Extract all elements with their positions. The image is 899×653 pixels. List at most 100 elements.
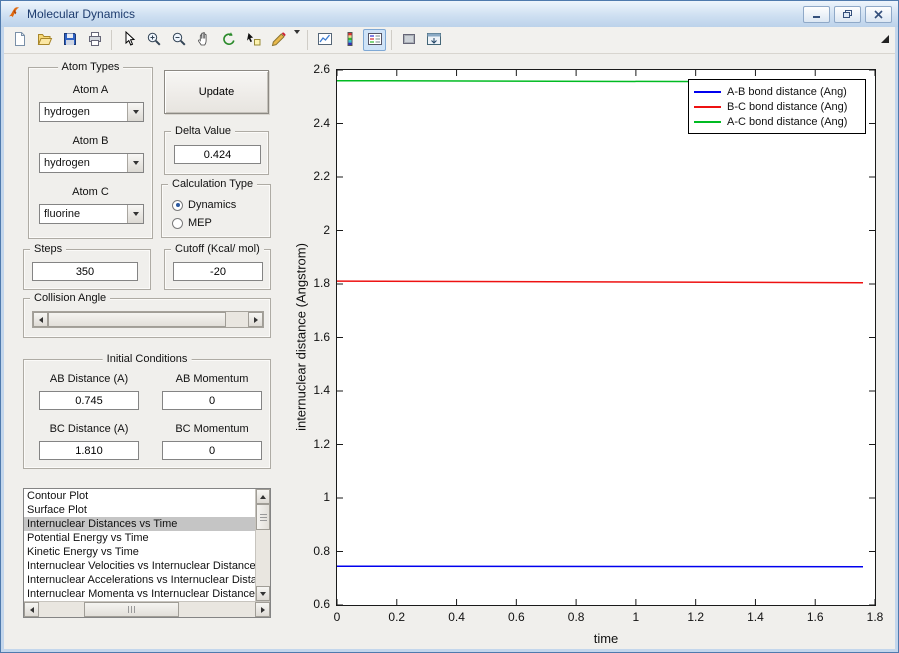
list-item[interactable]: Surface Plot [24, 503, 255, 517]
legend-line-sample [694, 120, 721, 123]
legend-line-sample [694, 105, 721, 108]
atom-c-label: Atom C [72, 186, 109, 198]
scroll-down-arrow[interactable] [256, 586, 270, 601]
atom-types-group: Atom Types Atom A hydrogen Atom B hydrog… [28, 61, 153, 239]
list-item[interactable]: Potential Energy vs Time [24, 531, 255, 545]
list-item[interactable]: Internuclear Accelerations vs Internucle… [24, 573, 255, 587]
horizontal-scroll-track[interactable] [39, 602, 255, 617]
x-axis-tick-labels: 0 0.2 0.4 0.6 0.8 1 1.2 1.4 1.6 1.8 [333, 610, 884, 625]
series-line [336, 565, 864, 568]
legend[interactable]: A-B bond distance (Ang) B-C bond distance… [688, 79, 866, 134]
update-button[interactable]: Update [164, 70, 269, 114]
close-button[interactable] [865, 5, 892, 23]
restore-button[interactable] [834, 5, 861, 23]
titlebar[interactable]: Molecular Dynamics [1, 1, 898, 27]
scroll-right-arrow[interactable] [255, 602, 270, 617]
plot-type-listbox[interactable]: Contour Plot Surface Plot Internuclear Dis… [23, 488, 271, 618]
list-item[interactable]: Internuclear Momenta vs Internuclear Dis… [24, 587, 255, 601]
save-figure-button[interactable] [58, 29, 81, 51]
chevron-down-icon [294, 30, 300, 46]
legend-label: A-C bond distance (Ang) [727, 115, 848, 128]
delta-value-input[interactable] [174, 145, 261, 164]
rotate-3d-button[interactable] [217, 29, 240, 51]
dock-figure-icon [426, 31, 442, 50]
brush-icon [271, 31, 287, 50]
slider-thumb[interactable] [48, 312, 226, 327]
toolbar-overflow-arrow-icon[interactable] [881, 34, 889, 46]
new-figure-icon [12, 31, 28, 50]
edit-plot-button[interactable] [117, 29, 140, 51]
horizontal-scroll-thumb[interactable] [84, 602, 179, 617]
collision-angle-group: Collision Angle [23, 292, 271, 338]
mep-radio-option[interactable]: MEP [172, 217, 212, 229]
list-item[interactable]: Internuclear Velocities vs Internuclear … [24, 559, 255, 573]
dynamics-radio-option[interactable]: Dynamics [172, 199, 236, 211]
brush-dropdown-button[interactable] [292, 29, 302, 51]
zoom-out-button[interactable] [167, 29, 190, 51]
zoom-in-button[interactable] [142, 29, 165, 51]
atom-b-value: hydrogen [44, 157, 90, 169]
x-axis-tick-label: 0.2 [388, 610, 406, 624]
new-figure-button[interactable] [8, 29, 31, 51]
save-figure-icon [62, 31, 78, 50]
brush-button[interactable] [267, 29, 290, 51]
bc-distance-label: BC Distance (A) [49, 423, 129, 435]
initial-conditions-group: Initial Conditions AB Distance (A) AB Mo… [23, 353, 271, 469]
open-file-icon [37, 31, 53, 50]
show-plot-tools-dock-button[interactable] [422, 29, 445, 51]
slider-left-arrow[interactable] [33, 312, 48, 327]
figure-toolbar [4, 27, 895, 54]
molecular-dynamics-window: Molecular Dynamics Atom Types Atom A hyd… [0, 0, 899, 653]
x-axis-tick-label: 0 [333, 610, 341, 624]
delta-value-group: Delta Value [164, 125, 269, 175]
atom-c-select[interactable]: fluorine [39, 204, 144, 224]
slider-right-arrow[interactable] [248, 312, 263, 327]
print-figure-button[interactable] [83, 29, 106, 51]
list-horizontal-scrollbar[interactable] [24, 601, 270, 617]
insert-legend-button[interactable] [363, 29, 386, 51]
legend-line-sample [694, 90, 721, 93]
window-controls [803, 5, 892, 23]
series-line [336, 280, 864, 284]
radio-selected-icon[interactable] [172, 199, 183, 211]
x-axis-tick-label: 0.8 [567, 610, 585, 624]
list-vertical-scrollbar[interactable] [255, 489, 270, 601]
vertical-scroll-track[interactable] [256, 530, 270, 586]
group-title: Initial Conditions [102, 353, 192, 365]
atom-b-select[interactable]: hydrogen [39, 153, 144, 173]
steps-input[interactable] [32, 262, 138, 281]
cutoff-input[interactable] [173, 262, 263, 281]
scroll-up-arrow[interactable] [256, 489, 270, 504]
radio-unselected-icon[interactable] [172, 217, 183, 229]
dynamics-radio-label: Dynamics [188, 199, 237, 211]
bc-momentum-input[interactable] [162, 441, 262, 460]
scroll-left-arrow[interactable] [24, 602, 39, 617]
zoom-in-icon [146, 31, 162, 50]
vertical-scroll-thumb[interactable] [256, 504, 270, 530]
open-file-button[interactable] [33, 29, 56, 51]
group-title: Calculation Type [168, 178, 258, 190]
legend-label: B-C bond distance (Ang) [727, 100, 848, 113]
atom-a-select[interactable]: hydrogen [39, 102, 144, 122]
zoom-out-icon [171, 31, 187, 50]
insert-colorbar-button[interactable] [338, 29, 361, 51]
collision-angle-slider[interactable] [32, 311, 264, 328]
bc-distance-input[interactable] [39, 441, 139, 460]
link-plot-button[interactable] [313, 29, 336, 51]
slider-track[interactable] [226, 312, 248, 327]
pan-icon [196, 31, 212, 50]
group-title: Steps [30, 243, 67, 255]
hide-plot-tools-button[interactable] [397, 29, 420, 51]
list-item[interactable]: Internuclear Distances vs Time [24, 517, 255, 531]
list-item[interactable]: Kinetic Energy vs Time [24, 545, 255, 559]
ab-momentum-input[interactable] [162, 391, 262, 410]
pan-button[interactable] [192, 29, 215, 51]
atom-c-value: fluorine [44, 208, 81, 220]
list-item[interactable]: Contour Plot [24, 489, 255, 503]
data-cursor-button[interactable] [242, 29, 265, 51]
atom-b-label: Atom B [72, 135, 109, 147]
minimize-button[interactable] [803, 5, 830, 23]
ab-distance-input[interactable] [39, 391, 139, 410]
group-title: Delta Value [171, 125, 236, 137]
plot-axes[interactable]: A-B bond distance (Ang) B-C bond distance… [336, 69, 876, 606]
